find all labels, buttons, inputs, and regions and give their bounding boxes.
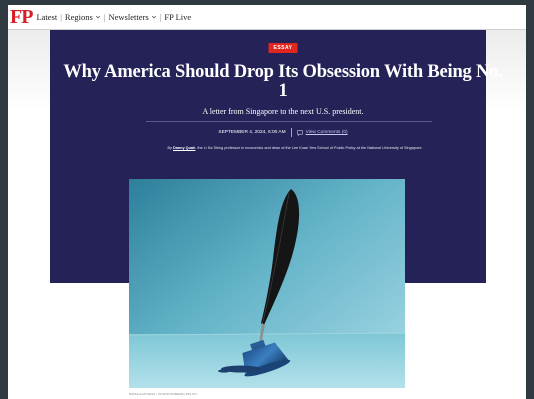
view-comments-label: View Comments (0) <box>305 130 348 135</box>
meta-divider <box>290 128 292 137</box>
hero-divider <box>146 121 432 122</box>
nav-separator: | <box>60 12 62 22</box>
site-navigation: FP Latest | Regions | Newsletters | FP L… <box>8 5 526 30</box>
nav-separator: | <box>159 12 162 22</box>
chevron-down-icon <box>95 15 100 19</box>
nav-links: Latest | Regions | Newsletters | FP Live <box>36 12 191 22</box>
window-frame-right <box>526 0 534 399</box>
article-subtitle: A letter from Singapore to the next U.S.… <box>202 107 364 116</box>
nav-newsletters-label: Newsletters <box>108 12 149 22</box>
nav-latest[interactable]: Latest <box>36 12 57 22</box>
author-bio: , the Li Ka Shing professor in economics… <box>195 146 423 150</box>
image-credit: NATALIA MYCEVA / ISTOCK/FOREIGN POLICY <box>129 392 198 396</box>
publish-date: SEPTEMBER 4, 2024, 6:00 AM <box>218 130 286 135</box>
nav-regions[interactable]: Regions <box>65 12 101 22</box>
nav-fp-live[interactable]: FP Live <box>164 12 191 22</box>
article-hero-image <box>129 179 405 388</box>
comment-bubble-icon <box>296 129 303 136</box>
fp-logo[interactable]: FP <box>10 7 33 27</box>
hero-gutter-left <box>8 30 50 110</box>
nav-newsletters[interactable]: Newsletters <box>109 12 157 22</box>
window-frame-left <box>0 0 8 399</box>
chevron-down-icon <box>151 15 156 19</box>
article-meta: SEPTEMBER 4, 2024, 6:00 AM View Comments… <box>60 128 506 137</box>
author-link[interactable]: Danny Quah <box>173 146 195 150</box>
byline: By Danny Quah, the Li Ka Shing professor… <box>150 146 440 151</box>
quill-inkwell-illustration <box>129 179 405 388</box>
nav-regions-label: Regions <box>64 12 93 22</box>
view-comments-link[interactable]: View Comments (0) <box>296 129 348 136</box>
article-title: Why America Should Drop Its Obsession Wi… <box>63 62 503 101</box>
nav-separator: | <box>103 12 106 22</box>
essay-badge[interactable]: ESSAY <box>268 43 298 53</box>
